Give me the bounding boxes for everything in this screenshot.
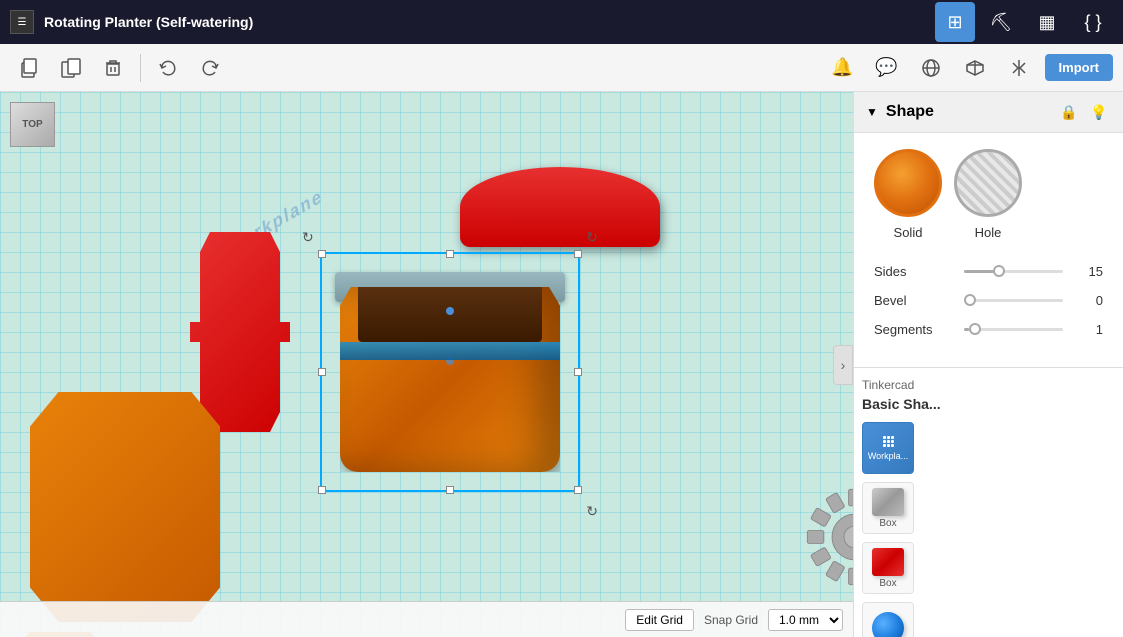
viewport[interactable]: Workplane TOP — [0, 92, 853, 637]
notify-icon[interactable]: 🔔 — [825, 50, 861, 86]
blue-sphere-row — [862, 602, 1115, 637]
red-box-label: Box — [879, 578, 896, 589]
main: Workplane TOP — [0, 92, 1123, 637]
nav-tools[interactable]: ⛏ — [981, 2, 1021, 42]
segments-row: Segments 1 — [874, 322, 1103, 337]
snap-grid-label: Snap Grid — [704, 613, 758, 627]
toolbar-separator — [140, 54, 141, 82]
delete-button[interactable] — [94, 49, 132, 87]
toolbar: 🔔 💬 Import — [0, 44, 1123, 92]
workplane-row: Workpla... — [862, 422, 1115, 474]
bevel-value: 0 — [1073, 293, 1103, 308]
bevel-label: Bevel — [874, 293, 954, 308]
solid-label: Solid — [894, 225, 923, 240]
gray-box-row: Box — [862, 482, 1115, 534]
segments-slider-thumb[interactable] — [969, 323, 981, 335]
solid-option[interactable]: Solid — [874, 149, 942, 240]
red-box-row: Box — [862, 542, 1115, 594]
visibility-icon[interactable]: 💡 — [1087, 100, 1111, 124]
blue-sphere-icon — [872, 612, 904, 637]
bevel-slider[interactable] — [964, 299, 1063, 302]
tinkercad-panel: Tinkercad Basic Sha... Workpla... — [854, 368, 1123, 637]
workplane-tile-label: Workpla... — [868, 451, 908, 461]
bevel-slider-thumb[interactable] — [964, 294, 976, 306]
gray-box-label: Box — [879, 518, 896, 529]
blue-sphere-tile[interactable] — [862, 602, 914, 637]
shape-panel-icons: 🔒 💡 — [1057, 100, 1111, 124]
sides-label: Sides — [874, 264, 954, 279]
segments-label: Segments — [874, 322, 954, 337]
nav-components[interactable]: ▦ — [1027, 2, 1067, 42]
right-panel: ▼ Shape 🔒 💡 Solid Hole — [853, 92, 1123, 637]
hole-option[interactable]: Hole — [954, 149, 1022, 240]
planter-body — [340, 287, 560, 472]
gray-box-tile[interactable]: Box — [862, 482, 914, 534]
bottombar: Edit Grid Snap Grid 1.0 mm 0.5 mm 2.0 mm… — [0, 601, 853, 637]
red-handle-object[interactable] — [190, 232, 290, 432]
mirror-icon[interactable] — [1001, 50, 1037, 86]
expand-panel-handle[interactable]: › — [833, 345, 853, 385]
tinkercad-title: Basic Sha... — [862, 396, 1115, 412]
orange-can-object[interactable] — [30, 392, 220, 622]
workplane-tile[interactable]: Workpla... — [862, 422, 914, 474]
redo-button[interactable] — [191, 49, 229, 87]
tinkercad-header: Tinkercad — [862, 378, 1115, 392]
selected-planter[interactable]: ↻ ↻ ↻ — [340, 272, 560, 472]
shape-type-options: Solid Hole — [854, 133, 1123, 256]
shapes-grid: Workpla... Box Box — [862, 422, 1115, 637]
copy-button[interactable] — [10, 49, 48, 87]
gear-object[interactable] — [800, 482, 853, 592]
sides-value: 15 — [1073, 264, 1103, 279]
edit-grid-button[interactable]: Edit Grid — [625, 609, 694, 631]
snap-grid-select[interactable]: 1.0 mm 0.5 mm 2.0 mm 5.0 mm — [768, 609, 843, 631]
shape-panel-header: ▼ Shape 🔒 💡 — [854, 92, 1123, 133]
nav-code[interactable]: { } — [1073, 2, 1113, 42]
segments-value: 1 — [1073, 322, 1103, 337]
topbar: ☰ Rotating Planter (Self-watering) ⊞ ⛏ ▦… — [0, 0, 1123, 44]
lock-icon[interactable]: 🔒 — [1057, 100, 1081, 124]
center-indicator — [446, 307, 454, 315]
chat-icon[interactable]: 💬 — [869, 50, 905, 86]
segments-slider[interactable] — [964, 328, 1063, 331]
hole-label: Hole — [975, 225, 1002, 240]
undo-button[interactable] — [149, 49, 187, 87]
red-bowl-object[interactable] — [460, 167, 660, 247]
bevel-row: Bevel 0 — [874, 293, 1103, 308]
nav-icons: ⊞ ⛏ ▦ { } — [935, 2, 1113, 42]
toolbar-right: 🔔 💬 Import — [825, 50, 1113, 86]
duplicate-button[interactable] — [52, 49, 90, 87]
solid-circle — [874, 149, 942, 217]
red-box-icon — [872, 548, 904, 576]
shape-panel-collapse[interactable]: ▼ — [866, 105, 878, 119]
import-button[interactable]: Import — [1045, 54, 1113, 81]
blue-ring — [340, 342, 560, 360]
view-icon-2[interactable] — [957, 50, 993, 86]
orientation-cube[interactable]: TOP — [10, 102, 65, 157]
shape-panel-title: Shape — [886, 103, 1049, 121]
app-icon: ☰ — [10, 10, 34, 34]
window-title: Rotating Planter (Self-watering) — [44, 14, 925, 30]
sides-row: Sides 15 — [874, 264, 1103, 279]
nav-grid-view[interactable]: ⊞ — [935, 2, 975, 42]
shape-properties: Sides 15 Bevel 0 — [854, 256, 1123, 367]
hole-circle — [954, 149, 1022, 217]
red-box-tile[interactable]: Box — [862, 542, 914, 594]
sides-slider[interactable] — [964, 270, 1063, 273]
sides-slider-thumb[interactable] — [993, 265, 1005, 277]
shape-panel: ▼ Shape 🔒 💡 Solid Hole — [854, 92, 1123, 368]
view-icon-1[interactable] — [913, 50, 949, 86]
gray-box-icon — [872, 488, 904, 516]
workplane-grid-icon — [883, 436, 894, 447]
